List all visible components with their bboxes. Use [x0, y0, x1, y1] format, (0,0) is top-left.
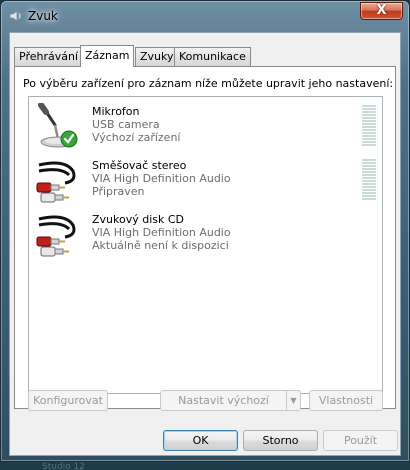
device-driver: VIA High Definition Audio [92, 226, 231, 239]
configure-button[interactable]: Konfigurovat [28, 390, 108, 411]
microphone-icon [38, 103, 78, 148]
device-info: Mikrofon USB camera Výchozí zařízení [92, 105, 180, 144]
rca-cable-icon [36, 161, 76, 203]
tab-playback[interactable]: Přehrávání [14, 47, 84, 66]
device-name: Zvukový disk CD [92, 213, 185, 226]
device-name: Směšovač stereo [92, 159, 187, 172]
ok-button[interactable]: OK [163, 430, 238, 451]
set-default-button[interactable]: Nastavit výchozí ▼ [160, 390, 301, 411]
device-item-microphone[interactable]: Mikrofon USB camera Výchozí zařízení [29, 101, 382, 153]
taskbar-item-label: Studio 12 [42, 462, 85, 470]
device-name: Mikrofon [92, 105, 140, 118]
tab-sounds[interactable]: Zvuky [135, 47, 179, 66]
instruction-text: Po výběru zařízení pro záznam níže můžet… [23, 77, 394, 90]
device-status: Připraven [92, 185, 145, 198]
device-driver: VIA High Definition Audio [92, 172, 231, 185]
device-info: Směšovač stereo VIA High Definition Audi… [92, 159, 231, 198]
device-status: Výchozí zařízení [92, 131, 181, 144]
device-info: Zvukový disk CD VIA High Definition Audi… [92, 213, 231, 252]
device-item-stereo-mix[interactable]: Směšovač stereo VIA High Definition Audi… [29, 155, 382, 207]
device-item-cd-audio[interactable]: Zvukový disk CD VIA High Definition Audi… [29, 209, 382, 261]
device-list: Mikrofon USB camera Výchozí zařízení Smě… [28, 96, 383, 394]
chevron-down-icon[interactable]: ▼ [286, 391, 300, 410]
sound-dialog-window: Zvuk X Přehrávání Záznam Zvuky Komunikac… [0, 0, 410, 462]
close-icon: X [376, 3, 387, 18]
recording-panel: Po výběru zařízení pro záznam níže můžet… [14, 66, 396, 409]
speaker-icon [9, 10, 21, 22]
close-button[interactable]: X [360, 2, 403, 20]
apply-button[interactable]: Použít [323, 430, 398, 451]
window-title: Zvuk [28, 9, 58, 23]
title-bar[interactable]: Zvuk X [1, 1, 409, 31]
properties-button[interactable]: Vlastnosti [309, 390, 383, 411]
device-driver: USB camera [92, 118, 160, 131]
tab-communications[interactable]: Komunikace [174, 47, 251, 66]
device-status: Aktuálně není k dispozici [92, 239, 229, 252]
client-area: Přehrávání Záznam Zvuky Komunikace Po vý… [9, 32, 401, 456]
set-default-label: Nastavit výchozí [178, 394, 269, 407]
level-meter [362, 159, 376, 201]
tab-recording[interactable]: Záznam [80, 45, 135, 67]
rca-cable-icon [36, 215, 76, 257]
cancel-button[interactable]: Storno [243, 430, 318, 451]
level-meter [362, 105, 376, 147]
